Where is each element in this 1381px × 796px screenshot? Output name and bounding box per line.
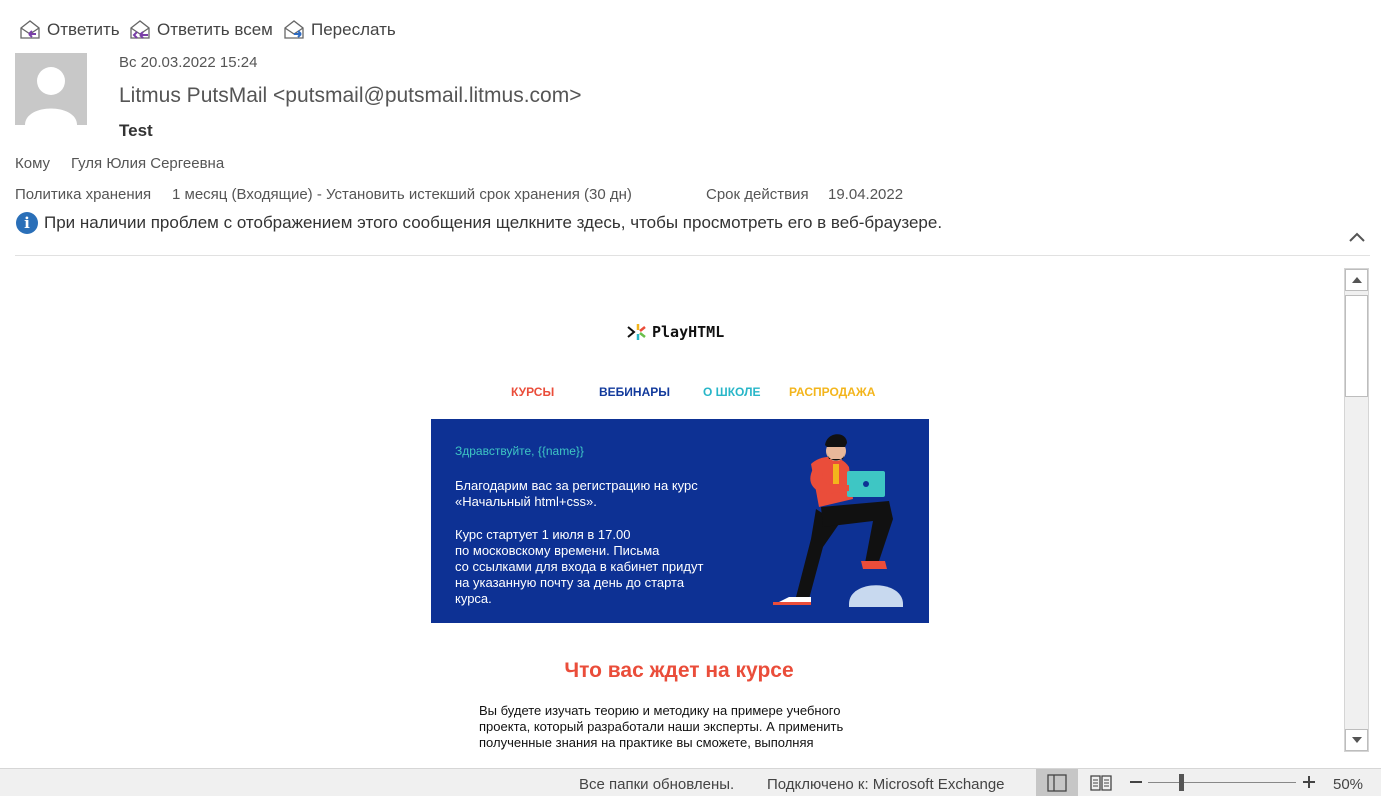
info-icon: i — [16, 212, 38, 234]
info-bar[interactable]: i При наличии проблем с отображением это… — [16, 212, 942, 234]
expiry-value: 19.04.2022 — [828, 186, 904, 203]
email-logo[interactable]: PlayHTML — [626, 322, 724, 342]
arrow-down-icon — [1351, 737, 1362, 743]
section-text: Вы будете изучать теорию и методику на п… — [479, 703, 844, 750]
reading-view-button[interactable] — [1080, 769, 1122, 796]
reply-label: Ответить — [47, 20, 120, 39]
zoom-level[interactable]: 50% — [1333, 776, 1363, 793]
zoom-out-button[interactable] — [1129, 775, 1143, 789]
reply-all-icon — [128, 18, 154, 42]
retention-label: Политика хранения — [15, 186, 152, 203]
hero-paragraph-1: Благодарим вас за регистрацию на курс «Н… — [455, 478, 698, 509]
collapse-header-button[interactable] — [1346, 226, 1368, 248]
nav-courses[interactable]: КУРСЫ — [511, 385, 554, 399]
zoom-slider[interactable] — [1148, 782, 1296, 783]
info-text: При наличии проблем с отображением этого… — [44, 213, 943, 232]
hero-banner: Здравствуйте, {{name}} Благодарим вас за… — [431, 419, 929, 623]
reply-all-button[interactable]: Ответить всем — [128, 16, 273, 44]
forward-button[interactable]: Переслать — [282, 16, 396, 44]
status-folders: Все папки обновлены. — [579, 776, 735, 793]
forward-label: Переслать — [311, 20, 396, 39]
chevron-up-icon — [1349, 232, 1365, 242]
subject: Test — [119, 121, 153, 140]
sender[interactable]: Litmus PutsMail <putsmail@putsmail.litmu… — [119, 84, 581, 108]
scroll-up-button[interactable] — [1345, 269, 1368, 291]
playhtml-logo-icon — [627, 324, 646, 340]
normal-view-button[interactable] — [1036, 769, 1078, 796]
plus-icon — [1303, 776, 1315, 788]
reply-icon — [18, 18, 44, 42]
reply-button[interactable]: Ответить — [18, 16, 120, 44]
greeting: Здравствуйте, {{name}} — [455, 444, 584, 458]
retention-value: 1 месяц (Входящие) - Установить истекший… — [172, 186, 632, 203]
message-date: Вс 20.03.2022 15:24 — [119, 54, 258, 71]
forward-icon — [282, 18, 308, 42]
person-icon — [25, 67, 77, 125]
avatar — [15, 53, 87, 125]
reading-view-icon — [1090, 774, 1112, 791]
hero-paragraph-2: Курс стартует 1 июля в 17.00 по московск… — [455, 527, 704, 606]
status-connection[interactable]: Подключено к: Microsoft Exchange — [767, 776, 1005, 793]
nav-sale[interactable]: РАСПРОДАЖА — [789, 385, 875, 399]
reply-all-label: Ответить всем — [157, 20, 273, 39]
logo-text: PlayHTML — [652, 323, 725, 341]
zoom-in-button[interactable] — [1302, 775, 1316, 789]
zoom-slider-thumb[interactable] — [1179, 774, 1184, 791]
nav-about[interactable]: О ШКОЛЕ — [703, 385, 761, 399]
to-recipient[interactable]: Гуля Юлия Сергеевна — [71, 155, 224, 172]
normal-view-icon — [1047, 773, 1067, 792]
section-title: Что вас ждет на курсе — [564, 659, 794, 682]
expiry-label: Срок действия — [706, 186, 809, 203]
scrollbar-thumb[interactable] — [1345, 295, 1368, 397]
arrow-up-icon — [1351, 277, 1362, 283]
to-label: Кому — [15, 155, 51, 172]
nav-webinars[interactable]: ВЕБИНАРЫ — [599, 385, 670, 399]
divider — [15, 255, 1370, 256]
illustration-person-laptop — [773, 434, 903, 607]
scroll-down-button[interactable] — [1345, 729, 1368, 751]
minus-icon — [1130, 781, 1142, 783]
